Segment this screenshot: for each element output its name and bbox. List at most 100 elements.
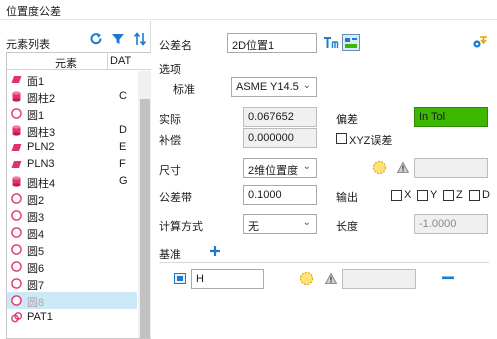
list-item[interactable]: 圆3 xyxy=(7,207,137,224)
list-item[interactable]: PAT1 xyxy=(7,309,137,326)
list-item-dat: E xyxy=(119,141,127,153)
tolerance-name-input[interactable]: 2D位置1 xyxy=(227,33,317,53)
list-item-name: PLN3 xyxy=(27,158,55,170)
list-item[interactable]: 圆柱2 C xyxy=(7,88,137,105)
symbol-icon[interactable] xyxy=(372,160,387,175)
element-rows: 面1 圆柱2 C 圆1 圆柱3 D PLN2 E PLN3 F 圆柱4 G 圆2 圆3 圆4 圆5 圆6 圆7 圆8… xyxy=(7,71,137,326)
list-item-name: 面1 xyxy=(27,76,45,88)
list-item-name: 圆柱3 xyxy=(27,127,56,139)
xyz-error-checkbox[interactable] xyxy=(336,133,347,144)
circle-icon xyxy=(11,278,22,289)
size-select[interactable]: 2维位置度 ⌄ xyxy=(243,158,317,178)
element-list-header: 元素 DAT xyxy=(7,53,151,70)
list-item[interactable]: 圆柱3 D xyxy=(7,122,137,139)
cylinder-icon xyxy=(11,176,22,187)
actual-label: 实际 xyxy=(159,114,181,126)
cylinder-icon xyxy=(11,91,22,102)
standard-select[interactable]: ASME Y14.5 ⌄ xyxy=(231,77,317,97)
datum-symbol-icon[interactable] xyxy=(299,271,314,286)
list-item[interactable]: 圆7 xyxy=(7,275,137,292)
cylinder-icon xyxy=(11,125,22,136)
tolerance-name-label: 公差名 xyxy=(159,40,192,52)
output-d-label: D xyxy=(482,189,490,201)
datum-warning-icon[interactable] xyxy=(325,273,337,284)
remove-datum-icon[interactable] xyxy=(442,276,454,280)
element-list-title: 元素列表 xyxy=(6,39,50,51)
list-item[interactable]: PLN3 F xyxy=(7,156,137,173)
list-item[interactable]: 面1 xyxy=(7,71,137,88)
length-label: 长度 xyxy=(336,221,358,233)
tolerance-form: 公差名 2D位置1 选项 标准 ASME Y14.5 ⌄ 实际 0.067652… xyxy=(152,21,497,339)
circle-icon xyxy=(11,227,22,238)
list-item-name: 圆3 xyxy=(27,212,45,224)
standard-label: 标准 xyxy=(173,84,195,96)
circle-icon xyxy=(11,193,22,204)
chevron-down-icon: ⌄ xyxy=(302,161,311,172)
list-item-name: 圆8 xyxy=(27,297,45,309)
list-item-name: 圆2 xyxy=(27,195,45,207)
column-header-dat[interactable]: DAT xyxy=(110,55,131,67)
list-item-dat: G xyxy=(119,175,128,187)
list-item-name: 圆柱2 xyxy=(27,93,56,105)
output-d-checkbox[interactable] xyxy=(469,190,480,201)
actual-value: 0.067652 xyxy=(243,107,317,127)
zone-input[interactable]: 0.1000 xyxy=(243,185,317,205)
list-item[interactable]: 圆柱4 G xyxy=(7,173,137,190)
deviation-label: 偏差 xyxy=(336,114,358,126)
list-scrollbar[interactable] xyxy=(138,71,151,338)
list-item[interactable]: 圆6 xyxy=(7,258,137,275)
compensation-label: 补偿 xyxy=(159,135,181,147)
circle-icon xyxy=(11,295,22,306)
pattern-icon xyxy=(11,312,23,323)
standard-value: ASME Y14.5 xyxy=(236,81,299,93)
list-item[interactable]: 圆8 xyxy=(7,292,137,309)
output-y-checkbox[interactable] xyxy=(417,190,428,201)
length-value: -1.0000 xyxy=(414,214,488,234)
method-select[interactable]: 无 ⌄ xyxy=(243,214,317,234)
plane-icon xyxy=(11,74,22,85)
layout-icon[interactable] xyxy=(342,34,360,51)
list-item-dat: F xyxy=(119,158,126,170)
filter-icon[interactable] xyxy=(111,32,125,46)
list-item-name: 圆柱4 xyxy=(27,178,56,190)
element-list-panel: 元素列表 元素 DAT 面1 圆柱2 C 圆1 圆柱3 D PLN2 E PLN3 F 圆柱4 G 圆2… xyxy=(0,21,151,339)
list-item[interactable]: 圆1 xyxy=(7,105,137,122)
output-label: 输出 xyxy=(336,192,358,204)
scrollbar-thumb[interactable] xyxy=(140,99,150,338)
sort-icon[interactable] xyxy=(133,32,147,46)
list-item-name: PAT1 xyxy=(27,311,53,323)
output-z-checkbox[interactable] xyxy=(443,190,454,201)
list-item[interactable]: 圆2 xyxy=(7,190,137,207)
datum-symbol-field xyxy=(342,269,416,289)
circle-icon xyxy=(11,261,22,272)
circle-icon xyxy=(11,210,22,221)
settings-icon[interactable] xyxy=(472,36,488,50)
list-item[interactable]: 圆5 xyxy=(7,241,137,258)
window-title: 位置度公差 xyxy=(6,6,61,18)
warning-icon[interactable] xyxy=(397,162,409,173)
deviation-status: In Tol xyxy=(414,107,488,127)
output-z-label: Z xyxy=(456,189,463,201)
datum-frame-icon[interactable] xyxy=(174,273,186,284)
list-item-dat: C xyxy=(119,90,127,102)
element-list: 元素 DAT 面1 圆柱2 C 圆1 圆柱3 D PLN2 E PLN3 F 圆柱4 G 圆2 圆3 圆4 圆… xyxy=(6,52,151,339)
plane-icon xyxy=(11,142,22,153)
list-item-name: 圆7 xyxy=(27,280,45,292)
list-item-name: 圆5 xyxy=(27,246,45,258)
output-x-label: X xyxy=(404,189,412,201)
chevron-down-icon: ⌄ xyxy=(302,80,311,91)
list-item-name: PLN2 xyxy=(27,141,55,153)
text-format-icon[interactable] xyxy=(323,36,339,50)
column-header-name[interactable]: 元素 xyxy=(55,55,77,71)
method-value: 无 xyxy=(248,221,259,233)
list-item-dat: D xyxy=(119,124,127,136)
list-item[interactable]: PLN2 E xyxy=(7,139,137,156)
output-y-label: Y xyxy=(430,189,438,201)
datum-input[interactable]: H xyxy=(191,269,264,289)
list-item[interactable]: 圆4 xyxy=(7,224,137,241)
plane-icon xyxy=(11,159,22,170)
size-symbol-field xyxy=(414,158,488,178)
output-x-checkbox[interactable] xyxy=(391,190,402,201)
add-datum-icon[interactable] xyxy=(209,245,221,257)
refresh-icon[interactable] xyxy=(89,32,103,46)
